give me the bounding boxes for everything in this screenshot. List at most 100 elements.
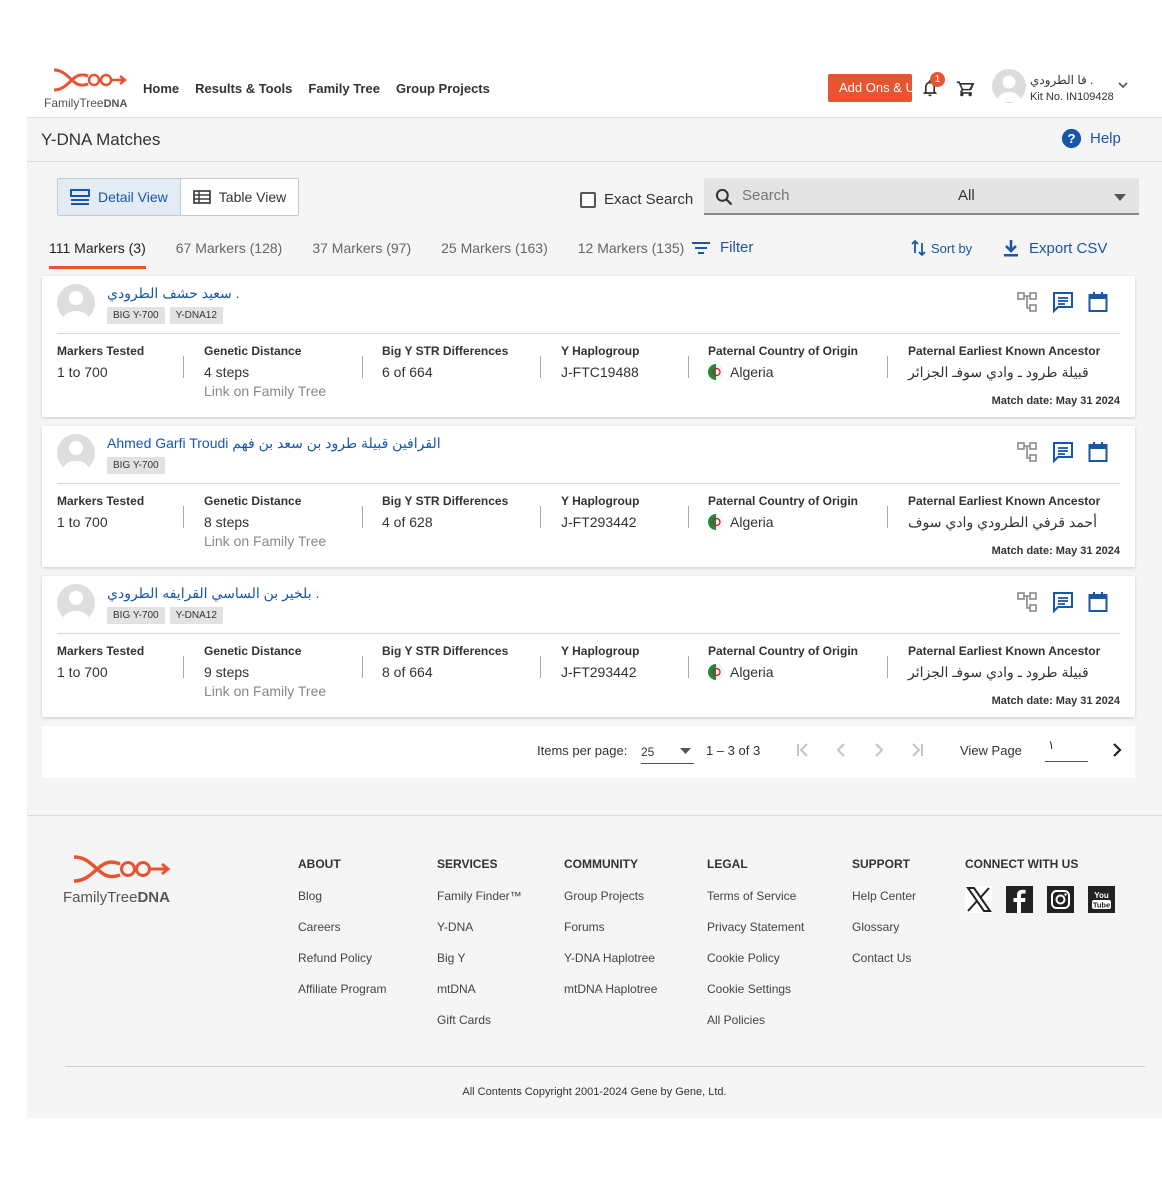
genetic-distance-label: Genetic Distance	[204, 494, 302, 508]
table-view-button[interactable]: Table View	[181, 179, 298, 215]
footer-logo[interactable]: FamilyTreeDNA	[62, 851, 182, 911]
notes-icon[interactable]	[1052, 441, 1074, 463]
checkbox-box[interactable]	[580, 191, 596, 208]
cart-icon[interactable]	[955, 78, 977, 103]
footer-link-help-center[interactable]: Help Center	[852, 889, 916, 903]
instagram-icon[interactable]	[1047, 886, 1074, 913]
x-icon[interactable]	[965, 886, 992, 913]
top-header: FamilyTreeDNA Home Results & Tools Famil…	[27, 60, 1162, 118]
exact-search-checkbox[interactable]: Exact Search	[580, 191, 693, 208]
exact-search-label: Exact Search	[604, 191, 694, 208]
footer-link-privacy[interactable]: Privacy Statement	[707, 920, 804, 934]
footer-link-terms[interactable]: Terms of Service	[707, 889, 804, 903]
calendar-icon[interactable]	[1088, 291, 1108, 313]
go-to-page-icon[interactable]	[1110, 742, 1124, 758]
footer-heading: COMMUNITY	[564, 857, 638, 871]
str-diff-value[interactable]: 8 of 664	[382, 664, 508, 680]
first-page-icon[interactable]	[795, 742, 811, 758]
nav-family-tree[interactable]: Family Tree	[308, 81, 380, 96]
match-date: Match date: May 31 2024	[991, 545, 1120, 557]
sort-by-button[interactable]: Sort by	[911, 239, 972, 257]
haplogroup-value[interactable]: J-FTC19488	[561, 364, 639, 380]
footer-link-cookie-policy[interactable]: Cookie Policy	[707, 951, 804, 965]
familytreedna-logo[interactable]: FamilyTreeDNA	[44, 66, 134, 112]
footer-link-glossary[interactable]: Glossary	[852, 920, 916, 934]
footer-link-family-finder[interactable]: Family Finder™	[437, 889, 522, 903]
tab-111-markers[interactable]: 111 Markers (3)	[49, 240, 146, 269]
genetic-distance-value: 4 steps	[204, 364, 250, 380]
calendar-icon[interactable]	[1088, 441, 1108, 463]
match-card: بلخير بن الساسي القرايفه الطرودي . BIG Y…	[42, 576, 1135, 717]
youtube-icon[interactable]: You Tube	[1088, 886, 1115, 913]
tab-37-markers[interactable]: 37 Markers (97)	[312, 240, 411, 269]
link-on-family-tree[interactable]: Link on Family Tree	[204, 533, 326, 549]
footer-link-all-policies[interactable]: All Policies	[707, 1013, 804, 1027]
str-diff-value[interactable]: 6 of 664	[382, 364, 508, 380]
card-actions	[1016, 591, 1108, 613]
footer-link-ydna-haplotree[interactable]: Y-DNA Haplotree	[564, 951, 657, 965]
footer-link-blog[interactable]: Blog	[298, 889, 386, 903]
page-range: 1 – 3 of 3	[706, 743, 761, 758]
user-avatar[interactable]	[992, 69, 1026, 103]
family-tree-icon[interactable]	[1016, 441, 1038, 463]
next-page-icon[interactable]	[871, 742, 887, 758]
nav-home[interactable]: Home	[143, 81, 179, 96]
footer-link-mtdna-haplotree[interactable]: mtDNA Haplotree	[564, 982, 657, 996]
page-title: Y-DNA Matches	[41, 130, 161, 149]
family-tree-icon[interactable]	[1016, 291, 1038, 313]
filter-label: Filter	[720, 239, 754, 256]
footer-link-y-dna[interactable]: Y-DNA	[437, 920, 522, 934]
tab-25-markers[interactable]: 25 Markers (163)	[441, 240, 548, 269]
nav-group-projects[interactable]: Group Projects	[396, 81, 490, 96]
footer-link-mtdna[interactable]: mtDNA	[437, 982, 522, 996]
footer-link-cookie-settings[interactable]: Cookie Settings	[707, 982, 804, 996]
help-icon: ?	[1061, 128, 1082, 149]
chevron-down-icon[interactable]	[1117, 78, 1129, 96]
haplogroup-value[interactable]: J-FT293442	[561, 664, 639, 680]
facebook-icon[interactable]	[1006, 886, 1033, 913]
link-on-family-tree[interactable]: Link on Family Tree	[204, 683, 326, 699]
str-diff-label: Big Y STR Differences	[382, 644, 509, 658]
caret-down-icon[interactable]	[680, 748, 691, 754]
add-ons-button[interactable]: Add Ons & Up	[828, 74, 912, 102]
footer-link-group-projects[interactable]: Group Projects	[564, 889, 657, 903]
footer-link-contact[interactable]: Contact Us	[852, 951, 916, 965]
haplogroup-value[interactable]: J-FT293442	[561, 514, 639, 530]
view-page-input[interactable]: ١	[1045, 738, 1088, 762]
search-input[interactable]	[742, 187, 922, 204]
nav-results-tools[interactable]: Results & Tools	[195, 81, 292, 96]
footer-link-forums[interactable]: Forums	[564, 920, 657, 934]
link-on-family-tree[interactable]: Link on Family Tree	[204, 383, 326, 399]
match-name[interactable]: Ahmed Garfi Troudi القرافين قبيلة طرود ب…	[107, 435, 441, 452]
divider	[540, 506, 541, 528]
match-name[interactable]: سعيد حشف الطرودي .	[107, 285, 240, 302]
footer-link-big-y[interactable]: Big Y	[437, 951, 522, 965]
help-link[interactable]: ? Help	[1061, 128, 1121, 149]
markers-tested: Markers Tested 1 to 700	[57, 644, 144, 680]
detail-view-button[interactable]: Detail View	[58, 179, 181, 215]
export-csv-button[interactable]: Export CSV	[1003, 239, 1107, 257]
footer-link-refund-policy[interactable]: Refund Policy	[298, 951, 386, 965]
search-field[interactable]: All	[704, 178, 1139, 215]
str-diff-value[interactable]: 4 of 628	[382, 514, 508, 530]
footer-link-gift-cards[interactable]: Gift Cards	[437, 1013, 522, 1027]
filter-button[interactable]: Filter	[692, 239, 753, 256]
search-scope-select[interactable]: All	[958, 187, 975, 204]
notes-icon[interactable]	[1052, 291, 1074, 313]
calendar-icon[interactable]	[1088, 591, 1108, 613]
notes-icon[interactable]	[1052, 591, 1074, 613]
previous-page-icon[interactable]	[833, 742, 849, 758]
tab-12-markers[interactable]: 12 Markers (135)	[578, 240, 685, 269]
footer-link-affiliate[interactable]: Affiliate Program	[298, 982, 386, 996]
match-name[interactable]: بلخير بن الساسي القرايفه الطرودي .	[107, 585, 319, 602]
user-name[interactable]: قا الطرودي .	[1030, 73, 1093, 87]
haplogroup: Y Haplogroup J-FT293442	[561, 644, 639, 680]
caret-down-icon[interactable]	[1114, 194, 1126, 201]
badge: BIG Y-700	[107, 607, 165, 624]
country-of-origin: Paternal Country of Origin Algeria	[708, 344, 858, 380]
youtube-text-tube: Tube	[1093, 901, 1110, 910]
family-tree-icon[interactable]	[1016, 591, 1038, 613]
footer-link-careers[interactable]: Careers	[298, 920, 386, 934]
last-page-icon[interactable]	[909, 742, 925, 758]
tab-67-markers[interactable]: 67 Markers (128)	[176, 240, 283, 269]
